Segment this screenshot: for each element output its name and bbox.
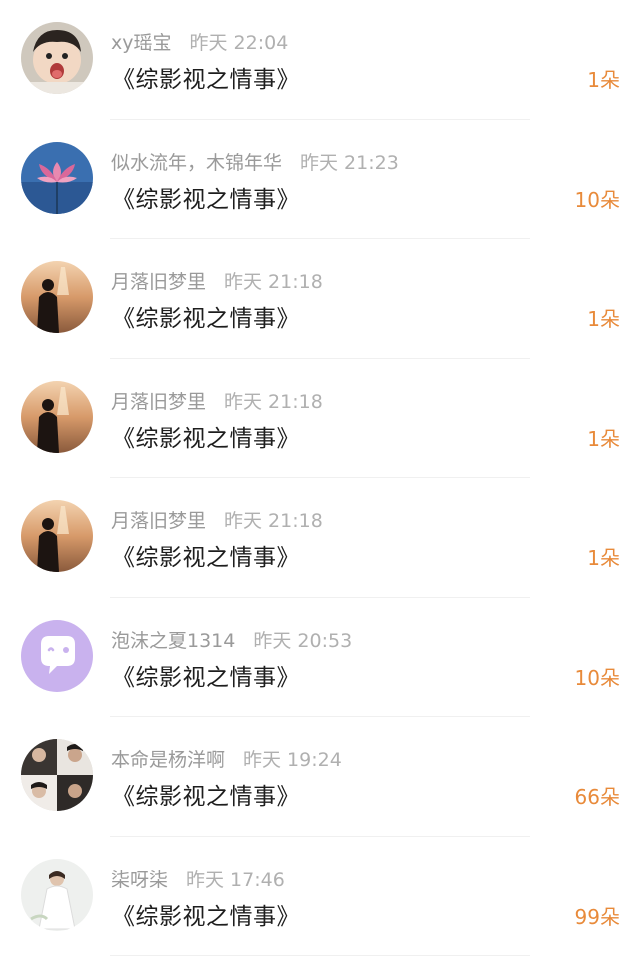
username[interactable]: 本命是杨洋啊 <box>111 749 225 771</box>
white-dress-avatar[interactable] <box>21 858 93 931</box>
book-title[interactable]: 《综影视之情事》 <box>112 419 300 453</box>
sunset-girl-avatar[interactable] <box>21 380 93 453</box>
gift-count: 10朵 <box>574 665 620 690</box>
username[interactable]: 泡沫之夏1314 <box>111 630 235 652</box>
username[interactable]: 月落旧梦里 <box>111 391 206 413</box>
collage-avatar[interactable] <box>21 739 93 811</box>
gift-count: 66朵 <box>574 785 620 809</box>
book-title[interactable]: 《综影视之情事》 <box>112 180 300 214</box>
child-avatar[interactable] <box>21 22 93 94</box>
gift-count: 1朵 <box>587 426 620 451</box>
record-meta: 泡沫之夏1314 昨天 20:53 <box>111 626 352 653</box>
record-meta: 似水流年，木锦年华 昨天 21:23 <box>111 148 399 175</box>
gift-count: 1朵 <box>587 68 620 92</box>
book-title[interactable]: 《综影视之情事》 <box>112 538 300 572</box>
timestamp: 昨天 21:18 <box>224 271 323 293</box>
list-item[interactable]: xy瑶宝 昨天 22:04 《综影视之情事》 1朵 <box>0 0 640 120</box>
username[interactable]: 似水流年，木锦年华 <box>111 152 282 174</box>
record-meta: 月落旧梦里 昨天 21:18 <box>111 506 323 533</box>
record-meta: 月落旧梦里 昨天 21:18 <box>111 387 323 414</box>
list-item[interactable]: 泡沫之夏1314 昨天 20:53 《综影视之情事》 10朵 <box>0 598 640 718</box>
chat-bubble-avatar[interactable] <box>21 619 93 692</box>
list-item[interactable]: 本命是杨洋啊 昨天 19:24 《综影视之情事》 66朵 <box>0 717 640 837</box>
list-item[interactable]: 柒呀柒 昨天 17:46 《综影视之情事》 99朵 <box>0 837 640 957</box>
sunset-girl-avatar[interactable] <box>21 261 93 333</box>
timestamp: 昨天 17:46 <box>186 868 285 891</box>
book-title[interactable]: 《综影视之情事》 <box>112 658 300 692</box>
record-meta: 本命是杨洋啊 昨天 19:24 <box>111 745 342 772</box>
sunset-girl-avatar[interactable] <box>21 500 93 572</box>
book-title[interactable]: 《综影视之情事》 <box>112 299 300 333</box>
list-item[interactable]: 月落旧梦里 昨天 21:18 《综影视之情事》 1朵 <box>0 478 640 598</box>
record-meta: xy瑶宝 昨天 22:04 <box>111 28 288 55</box>
gift-count: 99朵 <box>574 904 620 929</box>
username[interactable]: 柒呀柒 <box>111 869 168 891</box>
timestamp: 昨天 22:04 <box>189 32 289 54</box>
timestamp: 昨天 19:24 <box>243 749 342 771</box>
gift-record-list: xy瑶宝 昨天 22:04 《综影视之情事》 1朵 似水流年，木锦年华 昨天 21:… <box>0 0 640 956</box>
timestamp: 昨天 21:18 <box>224 390 323 413</box>
book-title[interactable]: 《综影视之情事》 <box>112 60 300 94</box>
gift-count: 1朵 <box>587 307 620 331</box>
list-item[interactable]: 月落旧梦里 昨天 21:18 《综影视之情事》 1朵 <box>0 239 640 359</box>
record-meta: 月落旧梦里 昨天 21:18 <box>111 267 323 294</box>
username[interactable]: xy瑶宝 <box>111 32 172 54</box>
timestamp: 昨天 20:53 <box>253 629 353 652</box>
lotus-avatar[interactable] <box>21 141 93 214</box>
list-item[interactable]: 似水流年，木锦年华 昨天 21:23 《综影视之情事》 10朵 <box>0 120 640 240</box>
book-title[interactable]: 《综影视之情事》 <box>112 777 300 811</box>
list-item[interactable]: 月落旧梦里 昨天 21:18 《综影视之情事》 1朵 <box>0 359 640 479</box>
username[interactable]: 月落旧梦里 <box>111 510 206 532</box>
gift-count: 1朵 <box>587 546 620 570</box>
gift-count: 10朵 <box>574 187 620 212</box>
timestamp: 昨天 21:18 <box>224 510 323 532</box>
username[interactable]: 月落旧梦里 <box>111 271 206 293</box>
book-title[interactable]: 《综影视之情事》 <box>112 897 300 931</box>
record-meta: 柒呀柒 昨天 17:46 <box>111 865 285 892</box>
timestamp: 昨天 21:23 <box>300 151 399 174</box>
